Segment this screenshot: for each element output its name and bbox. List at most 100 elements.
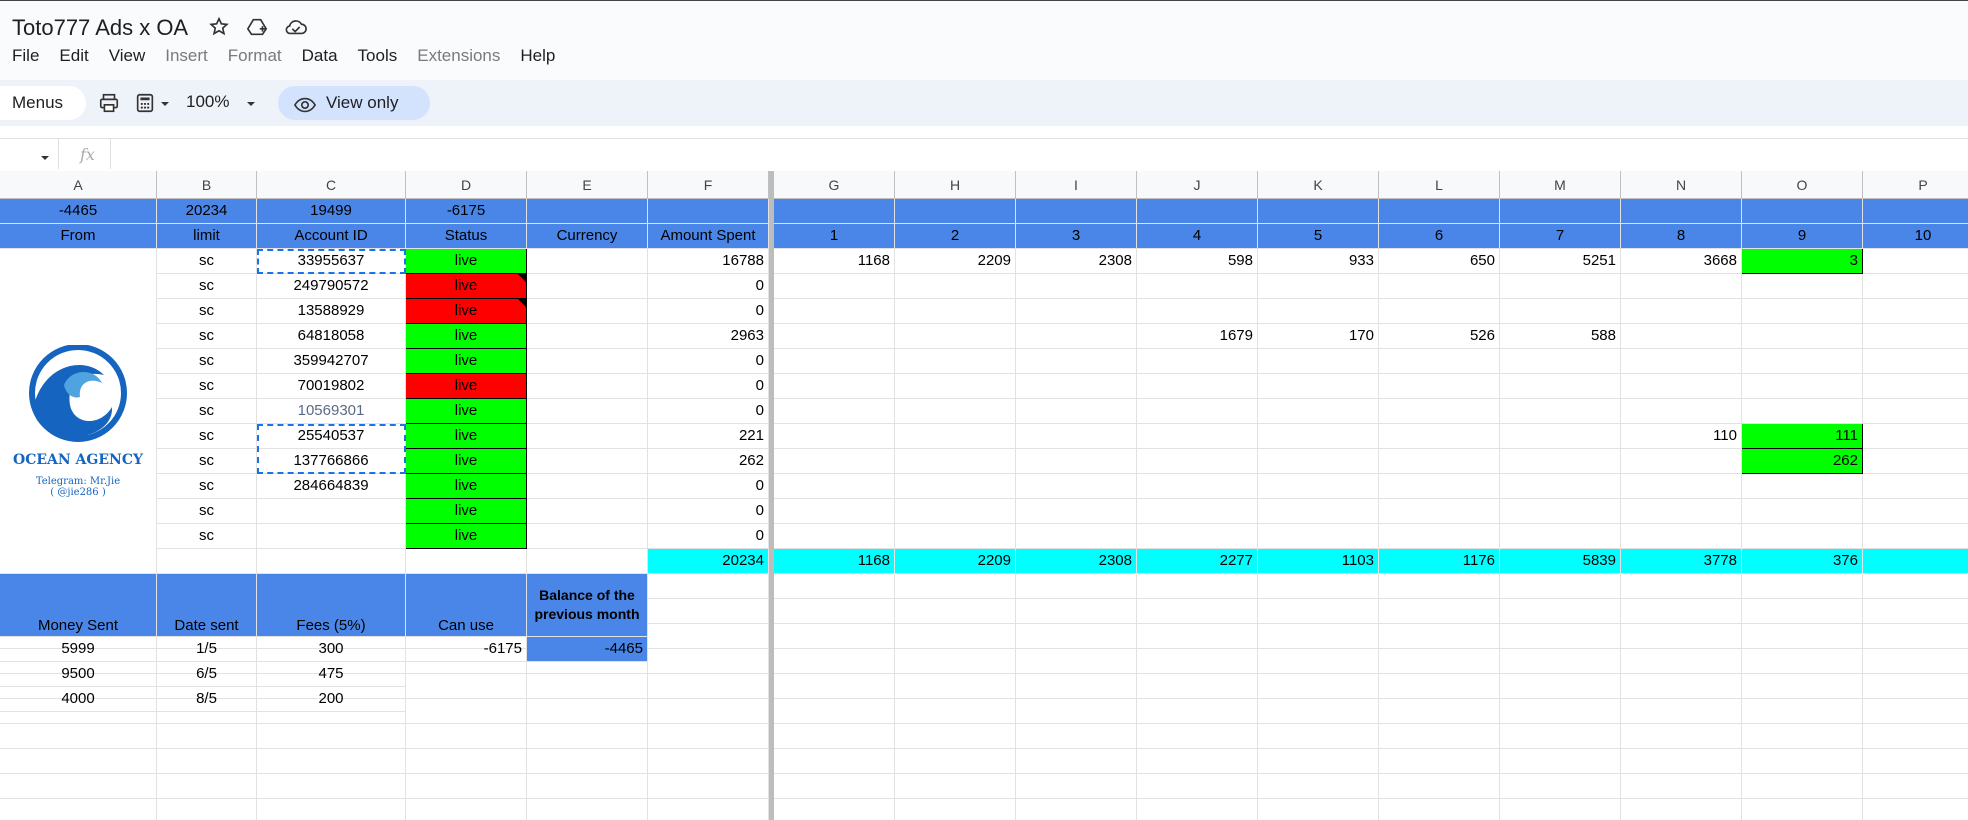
empty-cell[interactable] bbox=[1016, 349, 1137, 374]
empty-cell[interactable] bbox=[895, 449, 1016, 474]
empty-cell[interactable] bbox=[1258, 599, 1379, 624]
empty-cell[interactable] bbox=[1500, 699, 1621, 724]
empty-cell[interactable] bbox=[1621, 349, 1742, 374]
empty-cell[interactable] bbox=[1258, 474, 1379, 499]
empty-cell[interactable] bbox=[527, 774, 648, 799]
balance-cell[interactable]: -4465 bbox=[527, 637, 648, 662]
amount-spent-cell[interactable]: 0 bbox=[648, 274, 769, 299]
amount-spent-cell[interactable]: 0 bbox=[648, 399, 769, 424]
account-id-cell[interactable]: 249790572 bbox=[257, 274, 406, 299]
empty-cell[interactable] bbox=[257, 549, 406, 574]
status-cell[interactable]: live bbox=[406, 424, 527, 449]
column-header-i[interactable]: I bbox=[1016, 171, 1137, 199]
amount-spent-cell[interactable]: 262 bbox=[648, 449, 769, 474]
summary-cell-c[interactable]: 19499 bbox=[257, 199, 406, 224]
empty-cell[interactable] bbox=[1016, 774, 1137, 799]
empty-cell[interactable] bbox=[1137, 399, 1258, 424]
empty-cell[interactable] bbox=[774, 749, 895, 774]
empty-cell[interactable] bbox=[1379, 299, 1500, 324]
empty-cell[interactable] bbox=[527, 399, 648, 424]
summary-cell-j[interactable] bbox=[1137, 199, 1258, 224]
account-id-cell[interactable]: 284664839 bbox=[257, 474, 406, 499]
empty-cell[interactable] bbox=[1742, 624, 1863, 649]
header-cell-n[interactable]: 8 bbox=[1621, 224, 1742, 249]
empty-cell[interactable] bbox=[1137, 749, 1258, 774]
empty-cell[interactable] bbox=[1016, 624, 1137, 649]
empty-cell[interactable] bbox=[527, 374, 648, 399]
summary-cell-h[interactable] bbox=[895, 199, 1016, 224]
empty-cell[interactable] bbox=[1863, 424, 1968, 449]
menu-data[interactable]: Data bbox=[302, 46, 338, 66]
empty-cell[interactable] bbox=[1742, 374, 1863, 399]
empty-cell[interactable] bbox=[1379, 724, 1500, 749]
document-title[interactable]: Toto777 Ads x OA bbox=[12, 15, 188, 41]
empty-cell[interactable] bbox=[895, 574, 1016, 599]
amount-spent-cell[interactable]: 0 bbox=[648, 374, 769, 399]
empty-cell[interactable] bbox=[1379, 574, 1500, 599]
empty-cell[interactable] bbox=[1863, 599, 1968, 624]
summary-cell-n[interactable] bbox=[1621, 199, 1742, 224]
empty-cell[interactable] bbox=[648, 799, 769, 820]
empty-cell[interactable] bbox=[1863, 499, 1968, 524]
empty-cell[interactable] bbox=[1016, 649, 1137, 674]
header-cell-h[interactable]: 2 bbox=[895, 224, 1016, 249]
empty-cell[interactable] bbox=[648, 699, 769, 724]
day-i-cell[interactable]: 2308 bbox=[1016, 249, 1137, 274]
empty-cell[interactable] bbox=[895, 649, 1016, 674]
frozen-column-divider[interactable] bbox=[769, 171, 774, 820]
account-id-cell[interactable] bbox=[257, 499, 406, 524]
empty-cell[interactable] bbox=[1016, 799, 1137, 820]
menu-help[interactable]: Help bbox=[520, 46, 555, 66]
limit-cell[interactable]: sc bbox=[157, 324, 257, 349]
amount-spent-cell[interactable]: 0 bbox=[648, 524, 769, 549]
empty-cell[interactable] bbox=[895, 424, 1016, 449]
empty-cell[interactable] bbox=[406, 549, 527, 574]
payment-a-cell[interactable]: 9500 bbox=[0, 662, 157, 687]
empty-cell[interactable] bbox=[1621, 774, 1742, 799]
column-header-j[interactable]: J bbox=[1137, 171, 1258, 199]
empty-cell[interactable] bbox=[895, 474, 1016, 499]
status-cell[interactable]: live bbox=[406, 274, 527, 299]
empty-cell[interactable] bbox=[1258, 449, 1379, 474]
day-k-cell[interactable]: 170 bbox=[1258, 324, 1379, 349]
menu-extensions[interactable]: Extensions bbox=[417, 46, 500, 66]
menu-file[interactable]: File bbox=[12, 46, 39, 66]
empty-cell[interactable] bbox=[895, 699, 1016, 724]
limit-cell[interactable]: sc bbox=[157, 474, 257, 499]
summary-cell-o[interactable] bbox=[1742, 199, 1863, 224]
empty-cell[interactable] bbox=[527, 274, 648, 299]
empty-cell[interactable] bbox=[774, 299, 895, 324]
total-cell-l[interactable]: 1176 bbox=[1379, 549, 1500, 574]
summary-cell-f[interactable] bbox=[648, 199, 769, 224]
empty-cell[interactable] bbox=[1742, 799, 1863, 820]
empty-cell[interactable] bbox=[1621, 699, 1742, 724]
empty-cell[interactable] bbox=[527, 524, 648, 549]
empty-cell[interactable] bbox=[1742, 574, 1863, 599]
amount-spent-cell[interactable]: 221 bbox=[648, 424, 769, 449]
total-cell-k[interactable]: 1103 bbox=[1258, 549, 1379, 574]
empty-cell[interactable] bbox=[895, 749, 1016, 774]
limit-cell[interactable]: sc bbox=[157, 249, 257, 274]
account-id-cell[interactable]: 25540537 bbox=[257, 424, 406, 449]
amount-spent-cell[interactable]: 16788 bbox=[648, 249, 769, 274]
empty-cell[interactable] bbox=[1863, 799, 1968, 820]
empty-cell[interactable] bbox=[1258, 749, 1379, 774]
empty-cell[interactable] bbox=[1863, 774, 1968, 799]
empty-cell[interactable] bbox=[1500, 774, 1621, 799]
empty-cell[interactable] bbox=[1137, 449, 1258, 474]
column-header-b[interactable]: B bbox=[157, 171, 257, 199]
empty-cell[interactable] bbox=[774, 474, 895, 499]
empty-cell[interactable] bbox=[1863, 649, 1968, 674]
amount-spent-cell[interactable]: 2963 bbox=[648, 324, 769, 349]
header-cell-f[interactable]: Amount Spent bbox=[648, 224, 769, 249]
empty-cell[interactable] bbox=[1379, 749, 1500, 774]
zoom-select[interactable]: 100% bbox=[186, 92, 229, 112]
empty-cell[interactable] bbox=[895, 299, 1016, 324]
header-cell-a[interactable]: From bbox=[0, 224, 157, 249]
header-cell-o[interactable]: 9 bbox=[1742, 224, 1863, 249]
empty-cell[interactable] bbox=[1379, 799, 1500, 820]
empty-cell[interactable] bbox=[1863, 699, 1968, 724]
drive-shortcut-icon[interactable] bbox=[246, 16, 268, 38]
empty-cell[interactable] bbox=[1137, 724, 1258, 749]
day-j-cell[interactable]: 598 bbox=[1137, 249, 1258, 274]
